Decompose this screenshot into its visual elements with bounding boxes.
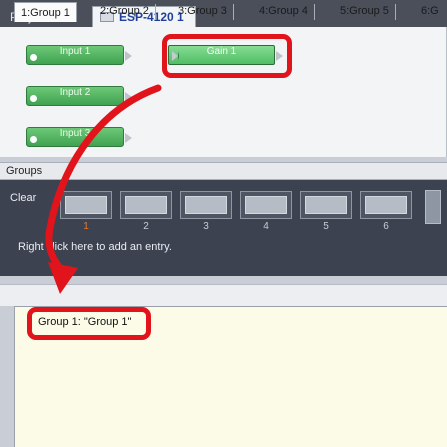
groups-scrollbar[interactable] (425, 190, 441, 224)
drag-arrow-shaft (45, 84, 162, 274)
drag-arrow (45, 84, 162, 294)
drag-arrow-head (48, 262, 78, 294)
